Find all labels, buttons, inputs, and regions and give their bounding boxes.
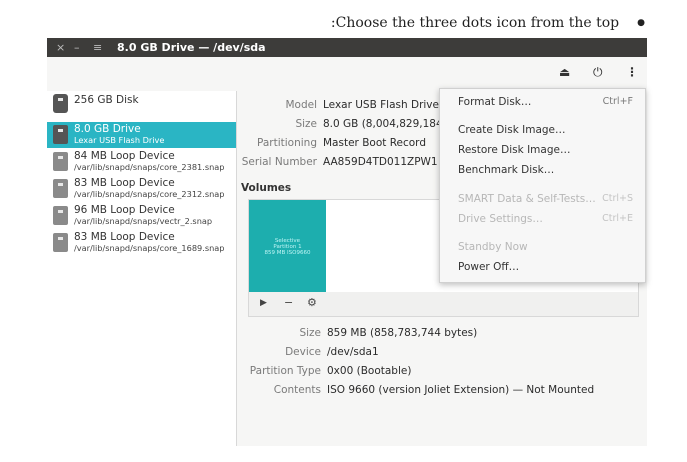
- smart-data-label: SMART Data & Self-Tests…: [458, 193, 596, 205]
- model-label: Model: [285, 99, 317, 111]
- device-loop-4[interactable]: 83 MB Loop Device /var/lib/snapd/snaps/c…: [47, 230, 236, 256]
- device-label: Device: [285, 346, 321, 358]
- device-name: 84 MB Loop Device: [74, 150, 175, 162]
- usb-drive-icon: [53, 125, 68, 144]
- eject-icon[interactable]: ⏏: [559, 65, 570, 79]
- hard-disk-icon: [53, 94, 68, 113]
- partition-size-label: Size: [299, 327, 321, 339]
- loop-device-icon: [53, 206, 68, 225]
- partition-summary: 859 MB ISO9660: [264, 250, 311, 256]
- loop-device-icon: [53, 152, 68, 171]
- drive-settings-shortcut: Ctrl+E: [602, 213, 633, 224]
- partitioning-value: Master Boot Record: [323, 137, 426, 149]
- device-name: 256 GB Disk: [74, 94, 139, 106]
- size-row: Size 8.0 GB (8,004,829,184 by: [237, 118, 458, 130]
- menu-item-power-off[interactable]: Power Off…: [458, 261, 519, 273]
- window-menu-icon[interactable]: ≡: [93, 38, 102, 57]
- device-loop-1[interactable]: 84 MB Loop Device /var/lib/snapd/snaps/c…: [47, 149, 236, 175]
- model-row: Model Lexar USB Flash Drive (: [237, 99, 446, 111]
- loop-device-icon: [53, 233, 68, 252]
- contents-row: Contents ISO 9660 (version Joliet Extensi…: [237, 384, 594, 396]
- menu-item-restore-disk-image[interactable]: Restore Disk Image…: [458, 144, 570, 156]
- drive-settings-label: Drive Settings…: [458, 213, 543, 225]
- partition-type-value: 0x00 (Bootable): [327, 365, 412, 377]
- partition-block[interactable]: Selective Partition 1 859 MB ISO9660: [249, 200, 326, 292]
- window-title: 8.0 GB Drive — /dev/sda: [117, 41, 266, 54]
- serial-value: AA859D4TD011ZPW1: [323, 156, 438, 168]
- format-disk-shortcut: Ctrl+F: [602, 96, 633, 107]
- device-loop-2[interactable]: 83 MB Loop Device /var/lib/snapd/snaps/c…: [47, 176, 236, 202]
- device-256gb-disk[interactable]: 256 GB Disk: [47, 91, 236, 117]
- device-list: 256 GB Disk 8.0 GB Drive Lexar USB Flash…: [47, 91, 237, 446]
- serial-row: Serial Number AA859D4TD011ZPW1: [237, 156, 438, 168]
- device-name: 83 MB Loop Device: [74, 177, 175, 189]
- gears-icon[interactable]: ⚙: [307, 296, 317, 309]
- device-8gb-drive[interactable]: 8.0 GB Drive Lexar USB Flash Drive: [47, 122, 236, 148]
- device-name: 96 MB Loop Device: [74, 204, 175, 216]
- menu-item-drive-settings[interactable]: Drive Settings… Ctrl+E: [458, 213, 639, 225]
- partitioning-label: Partitioning: [257, 137, 317, 149]
- device-name: 8.0 GB Drive: [74, 123, 141, 135]
- loop-device-icon: [53, 179, 68, 198]
- menu-item-benchmark-disk[interactable]: Benchmark Disk…: [458, 164, 554, 176]
- menu-item-standby-now[interactable]: Standby Now: [458, 241, 528, 253]
- title-bar: × – ≡ 8.0 GB Drive — /dev/sda: [47, 38, 647, 57]
- instruction-caption: :Choose the three dots icon from the top…: [331, 15, 645, 31]
- partition-type-label: Partition Type: [249, 365, 321, 377]
- model-value: Lexar USB Flash Drive (: [323, 99, 447, 111]
- close-icon[interactable]: ×: [56, 38, 65, 57]
- minimize-icon[interactable]: –: [74, 38, 80, 57]
- format-disk-label: Format Disk…: [458, 96, 532, 108]
- device-subtitle: /var/lib/snapd/snaps/core_1689.snap: [74, 243, 225, 253]
- menu-item-format-disk[interactable]: Format Disk… Ctrl+F: [458, 96, 639, 108]
- minus-icon[interactable]: −: [284, 296, 293, 309]
- volume-toolbar: ▶ − ⚙: [248, 292, 639, 317]
- partition-type-row: Partition Type 0x00 (Bootable): [237, 365, 412, 377]
- drive-options-menu: Format Disk… Ctrl+F Create Disk Image… R…: [439, 88, 646, 283]
- partitioning-row: Partitioning Master Boot Record: [237, 137, 426, 149]
- partition-size-row: Size 859 MB (858,783,744 bytes): [237, 327, 477, 339]
- size-label: Size: [295, 118, 317, 130]
- volumes-heading: Volumes: [241, 182, 292, 194]
- device-subtitle: /var/lib/snapd/snaps/core_2381.snap: [74, 162, 225, 172]
- header-bar: ⏏ ⏻ ⋮: [47, 57, 647, 91]
- menu-item-create-disk-image[interactable]: Create Disk Image…: [458, 124, 566, 136]
- serial-label: Serial Number: [241, 156, 317, 168]
- three-dots-menu-icon[interactable]: ⋮: [626, 65, 638, 79]
- device-value: /dev/sda1: [327, 346, 379, 358]
- caption-text: :Choose the three dots icon from the top: [330, 15, 620, 31]
- contents-value: ISO 9660 (version Joliet Extension) — No…: [327, 384, 595, 396]
- menu-item-smart-data[interactable]: SMART Data & Self-Tests… Ctrl+S: [458, 193, 639, 205]
- partition-size-value: 859 MB (858,783,744 bytes): [327, 327, 478, 339]
- device-subtitle: /var/lib/snapd/snaps/vectr_2.snap: [74, 216, 213, 226]
- device-subtitle: /var/lib/snapd/snaps/core_2312.snap: [74, 189, 225, 199]
- device-name: 83 MB Loop Device: [74, 231, 175, 243]
- power-icon[interactable]: ⏻: [593, 65, 603, 80]
- contents-label: Contents: [273, 384, 321, 396]
- bullet: ●: [637, 18, 645, 28]
- device-subtitle: Lexar USB Flash Drive: [74, 135, 165, 145]
- smart-data-shortcut: Ctrl+S: [602, 193, 633, 204]
- device-loop-3[interactable]: 96 MB Loop Device /var/lib/snapd/snaps/v…: [47, 203, 236, 229]
- device-row: Device/dev/sda1: [237, 346, 379, 358]
- play-icon[interactable]: ▶: [260, 298, 267, 308]
